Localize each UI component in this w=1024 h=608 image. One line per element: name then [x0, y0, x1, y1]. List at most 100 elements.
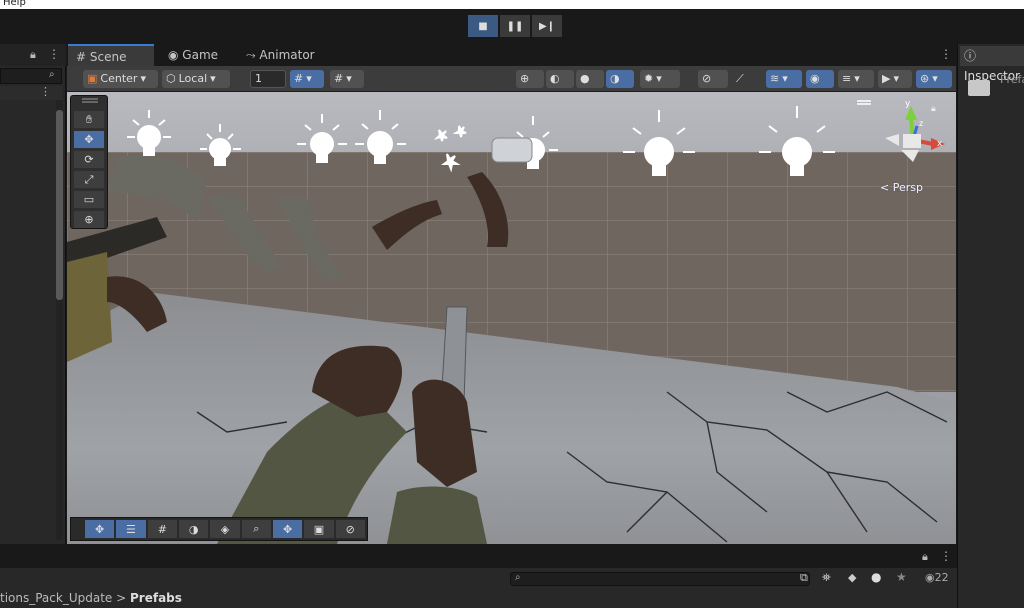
sphere-icon: ●	[580, 72, 590, 85]
more-icon[interactable]: ⋮	[940, 549, 952, 563]
orientation-gizmo[interactable]: x y z	[873, 100, 953, 170]
move-tool-button[interactable]: ✥	[74, 131, 104, 148]
drag-handle-icon[interactable]	[82, 98, 98, 100]
axis-x-label: x	[937, 139, 943, 149]
gizmos-dropdown[interactable]: ⊛ ▾	[916, 70, 952, 88]
render-mode-button[interactable]: ◑	[606, 70, 634, 88]
scale-tool-button[interactable]: ⤢	[74, 171, 104, 188]
inspector-panel	[957, 44, 1024, 608]
chevron-down-icon: ▾	[210, 72, 216, 85]
effects-button[interactable]: ✹ ▾	[640, 70, 680, 88]
camera-dropdown[interactable]: ▶ ▾	[878, 70, 912, 88]
audio-toggle-button[interactable]: ⊘	[698, 70, 728, 88]
gizmo-menu-icon[interactable]	[857, 100, 871, 102]
camera-icon: ▣	[313, 522, 325, 536]
overlay-search-button[interactable]: ⌕	[241, 520, 271, 538]
rect-tool-button[interactable]: ▭	[74, 191, 104, 208]
tab-game[interactable]: ◉ Game	[160, 44, 238, 66]
scale-icon: ⤢	[84, 172, 94, 186]
axis-y-label: y	[905, 100, 911, 109]
project-search-input[interactable]: ⌕	[510, 572, 810, 586]
grid-icon: #	[157, 522, 167, 536]
breadcrumb: tions_Pack_Update > Prefabs	[0, 591, 182, 605]
light-bulb-icon	[200, 124, 241, 166]
scene-objects	[67, 106, 948, 544]
visibility-button[interactable]: ◉	[806, 70, 834, 88]
breadcrumb-parent[interactable]: tions_Pack_Update	[0, 591, 112, 605]
rotate-tool-button[interactable]: ⟳	[74, 151, 104, 168]
tab-inspector[interactable]: ⓘ Inspector	[960, 46, 1024, 83]
light-bulb-icon	[297, 114, 347, 163]
transform-tool-button[interactable]: ⊕	[74, 211, 104, 228]
rotate-icon: ⟳	[84, 153, 94, 166]
overlay-align-button[interactable]: ☰	[116, 520, 146, 538]
project-panel-header: 🔒︎ ⋮	[0, 544, 957, 568]
overlay-camera-button[interactable]: ▣	[304, 520, 334, 538]
projection-label[interactable]: < Persp	[880, 181, 923, 194]
wireframe-icon: ⊕	[520, 72, 530, 85]
hierarchy-header: 🔒︎ ⋮	[0, 44, 66, 66]
light-bulb-icon	[355, 110, 406, 164]
grid-toggle-button[interactable]: # ▾	[330, 70, 364, 88]
bottom-overlay-toolbar: ✥ ☰ # ◑ ◈ ⌕ ✥ ▣ ⊘	[70, 517, 368, 541]
chevron-down-icon: ▾	[306, 72, 312, 85]
filter-type-icon[interactable]: ⧉	[800, 571, 808, 585]
tab-animator[interactable]: ⤳ Animator	[238, 44, 338, 66]
light-icons	[127, 106, 835, 176]
light-bulb-icon	[623, 110, 695, 176]
shaded-wire-icon: ◐	[550, 72, 560, 85]
shaded-wire-button[interactable]: ◐	[546, 70, 574, 88]
lock-icon[interactable]: 🔒︎	[922, 550, 928, 564]
filter-label-icon[interactable]: ⛯	[822, 571, 831, 585]
info-icon: ⓘ	[964, 49, 977, 63]
hidden-count[interactable]: ◉22	[925, 571, 949, 584]
overlay-shade-button[interactable]: ◑	[178, 520, 209, 538]
tab-more-icon[interactable]: ⋮	[940, 47, 952, 61]
fx-toggle-button[interactable]: ⟋	[732, 70, 760, 88]
more-icon[interactable]: ⋮	[48, 47, 60, 61]
grid-snap-button[interactable]: # ▾	[290, 70, 324, 88]
wireframe-button[interactable]: ⊕	[516, 70, 544, 88]
snap-value-input[interactable]: 1	[250, 70, 286, 88]
overlay-layers-button[interactable]: ◈	[210, 520, 240, 538]
layers-button[interactable]: ≋ ▾	[766, 70, 802, 88]
weapon-part	[491, 137, 533, 163]
overlay-grid-button[interactable]: #	[147, 520, 177, 538]
camera-icon: ▶	[882, 72, 891, 85]
animator-icon: ⤳	[246, 48, 260, 62]
stack-icon: ≡	[842, 72, 852, 85]
step-button[interactable]: ▶❙	[532, 15, 562, 37]
overlay-pivot-button[interactable]: ✥	[272, 520, 303, 538]
folder-icon	[968, 80, 990, 96]
tag-icon[interactable]: ◆	[848, 571, 856, 584]
hierarchy-row[interactable]: ⋮	[0, 85, 62, 100]
player-arms	[217, 306, 487, 544]
more-icon[interactable]: ⋮	[40, 85, 51, 98]
moon-icon: ◑	[610, 72, 620, 85]
lock-icon[interactable]: 🔒︎	[30, 48, 36, 62]
breadcrumb-current[interactable]: Prefabs	[130, 591, 182, 605]
chevron-down-icon: ▾	[893, 72, 899, 85]
tab-scene[interactable]: # Scene	[68, 44, 154, 66]
favorite-star-icon[interactable]: ★	[896, 570, 907, 584]
hand-icon: ✋︎	[85, 112, 93, 126]
search-icon[interactable]: ⌕	[49, 69, 55, 80]
menu-help[interactable]: Help	[3, 0, 26, 8]
play-button[interactable]: ■	[468, 15, 498, 37]
gizmo-lock-icon[interactable]: 🔒︎	[931, 104, 936, 114]
pivot-icon: ✥	[283, 522, 293, 536]
warning-icon[interactable]: ●	[871, 570, 881, 584]
space-dropdown[interactable]: ⬡ Local ▾	[162, 70, 230, 88]
scene-viewport[interactable]: x y z 🔒︎	[67, 92, 956, 544]
grid-snap-icon: #	[294, 72, 304, 85]
chevron-down-icon: ▾	[140, 72, 146, 85]
pivot-dropdown[interactable]: ▣ Center ▾	[83, 70, 158, 88]
hierarchy-scroll-thumb[interactable]	[56, 110, 63, 300]
hand-tool-button[interactable]: ✋︎	[74, 111, 104, 128]
pause-button[interactable]: ❚❚	[500, 15, 530, 37]
hierarchy-search-input[interactable]: ⌕	[0, 68, 62, 84]
scene-layers-dropdown[interactable]: ≡ ▾	[838, 70, 874, 88]
shaded-button[interactable]: ●	[576, 70, 604, 88]
overlay-move-button[interactable]: ✥	[85, 520, 115, 538]
overlay-compass-button[interactable]: ⊘	[335, 520, 365, 538]
